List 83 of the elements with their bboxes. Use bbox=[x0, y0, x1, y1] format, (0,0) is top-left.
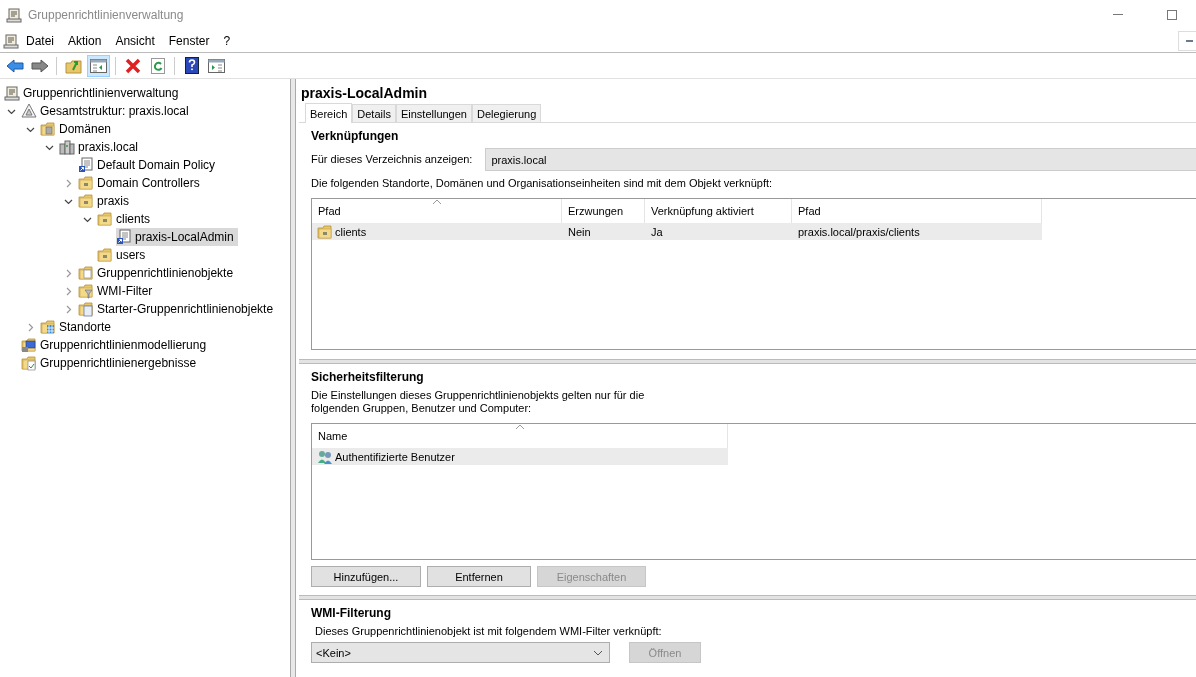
wmi-filter-dropdown[interactable]: <Kein> bbox=[311, 642, 610, 663]
action-button[interactable]: Hinzufügen... bbox=[311, 566, 421, 587]
tree-item[interactable]: praxis bbox=[78, 192, 133, 210]
action-pane-icon bbox=[208, 58, 225, 73]
tab[interactable]: Bereich bbox=[305, 103, 353, 123]
tree-item[interactable]: Gruppenrichtlinienobjekte bbox=[78, 264, 238, 282]
starter-folder-icon bbox=[78, 301, 94, 317]
child-minimize-button[interactable] bbox=[1178, 31, 1196, 51]
folder-icon bbox=[78, 175, 94, 191]
tree-item[interactable]: Standorte bbox=[40, 318, 116, 336]
filter-folder-icon bbox=[78, 283, 94, 299]
menu-item[interactable]: Fenster bbox=[161, 34, 217, 48]
policy-link-icon bbox=[116, 229, 132, 245]
tree-item[interactable]: praxis.local bbox=[59, 138, 143, 156]
console-tree-icon bbox=[90, 58, 107, 73]
tab[interactable]: Delegierung bbox=[472, 104, 542, 122]
forest-icon bbox=[21, 103, 37, 119]
tree-item[interactable]: clients bbox=[97, 210, 154, 228]
list-row[interactable]: Authentifizierte Benutzer bbox=[312, 448, 728, 465]
tree-item[interactable]: Domain Controllers bbox=[78, 174, 204, 192]
window-title: Gruppenrichtlinienverwaltung bbox=[28, 8, 184, 22]
description-text: Dieses Gruppenrichtlinienobjekt ist mit folgendem WMI-Filter verknüpft: bbox=[314, 625, 663, 638]
scroll-icon bbox=[4, 85, 20, 101]
policy-link-icon bbox=[78, 157, 94, 173]
section-heading: Verknüpfungen bbox=[311, 129, 400, 143]
scroll-icon bbox=[6, 7, 22, 23]
section-heading: WMI-Filterung bbox=[311, 606, 392, 620]
list-row[interactable]: clients Nein Ja praxis.local/praxis/clients bbox=[312, 223, 1042, 240]
list-cell: praxis.local/praxis/clients bbox=[798, 225, 920, 238]
domain-icon bbox=[59, 139, 75, 155]
description-text: Die Einstellungen dieses Gruppenrichtlinienobjekts gelten nur für die folgenden Gruppen, Benutzer und Computer: bbox=[311, 389, 646, 415]
policy-folder-icon bbox=[78, 265, 94, 281]
modeling-icon bbox=[21, 337, 37, 353]
tab[interactable]: Einstellungen bbox=[395, 104, 472, 122]
list-cell: Authentifizierte Benutzer bbox=[335, 450, 455, 463]
refresh-icon bbox=[150, 57, 165, 74]
chevron-right-icon[interactable] bbox=[64, 286, 73, 296]
domains-folder-icon bbox=[40, 121, 56, 137]
delete-icon bbox=[124, 57, 141, 74]
forward-arrow-icon bbox=[30, 58, 49, 73]
results-folder-icon bbox=[21, 355, 37, 371]
tree-item[interactable]: praxis-LocalAdmin bbox=[116, 228, 238, 246]
tree-item[interactable]: WMI-Filter bbox=[78, 282, 157, 300]
action-button[interactable]: Entfernen bbox=[427, 566, 531, 587]
menu-item[interactable]: Aktion bbox=[61, 34, 109, 48]
tree-item[interactable]: Domänen bbox=[40, 120, 116, 138]
back-arrow-icon bbox=[5, 58, 24, 73]
field-label: Für dieses Verzeichnis anzeigen: bbox=[311, 153, 473, 166]
dropdown-caret-icon bbox=[593, 649, 603, 656]
menu-item[interactable]: Datei bbox=[19, 34, 61, 48]
sites-folder-icon bbox=[40, 319, 56, 335]
chevron-right-icon[interactable] bbox=[26, 322, 35, 332]
tree-item[interactable]: Gesamtstruktur: praxis.local bbox=[21, 102, 193, 120]
folder-icon bbox=[97, 247, 113, 263]
list-cell: Ja bbox=[651, 225, 663, 238]
maximize-icon bbox=[1167, 10, 1177, 20]
list-cell: clients bbox=[335, 225, 367, 238]
users-icon bbox=[317, 448, 333, 465]
description-text: Die folgenden Standorte, Domänen und Organisationseinheiten sind mit dem Objekt verknüpft: bbox=[311, 177, 774, 190]
folder-icon bbox=[317, 223, 333, 240]
folder-icon bbox=[78, 193, 94, 209]
list-cell: Nein bbox=[568, 225, 591, 238]
tab[interactable]: Details bbox=[352, 104, 396, 122]
minimize-icon bbox=[1113, 14, 1123, 16]
directory-field[interactable]: praxis.local bbox=[485, 148, 1196, 171]
section-heading: Sicherheitsfilterung bbox=[311, 370, 425, 384]
scroll-icon bbox=[3, 33, 19, 49]
tree-item[interactable]: Gruppenrichtlinienverwaltung bbox=[4, 84, 183, 102]
chevron-right-icon[interactable] bbox=[64, 178, 73, 188]
tree-item[interactable]: Default Domain Policy bbox=[78, 156, 220, 174]
folder-up-icon bbox=[65, 57, 82, 74]
menu-item[interactable]: ? bbox=[216, 34, 238, 48]
chevron-right-icon[interactable] bbox=[64, 304, 73, 314]
tree-item[interactable]: Gruppenrichtlinienergebnisse bbox=[21, 354, 201, 372]
chevron-right-icon[interactable] bbox=[64, 268, 73, 278]
folder-icon bbox=[97, 211, 113, 227]
menu-item[interactable]: Ansicht bbox=[108, 34, 162, 48]
object-title: praxis-LocalAdmin bbox=[300, 84, 429, 103]
tree-item[interactable]: Gruppenrichtlinienmodellierung bbox=[21, 336, 211, 354]
minimize-icon bbox=[1185, 40, 1193, 42]
help-icon bbox=[184, 57, 199, 74]
tree-item[interactable]: users bbox=[97, 246, 150, 264]
tree-item[interactable]: Starter-Gruppenrichtlinienobjekte bbox=[78, 300, 278, 318]
